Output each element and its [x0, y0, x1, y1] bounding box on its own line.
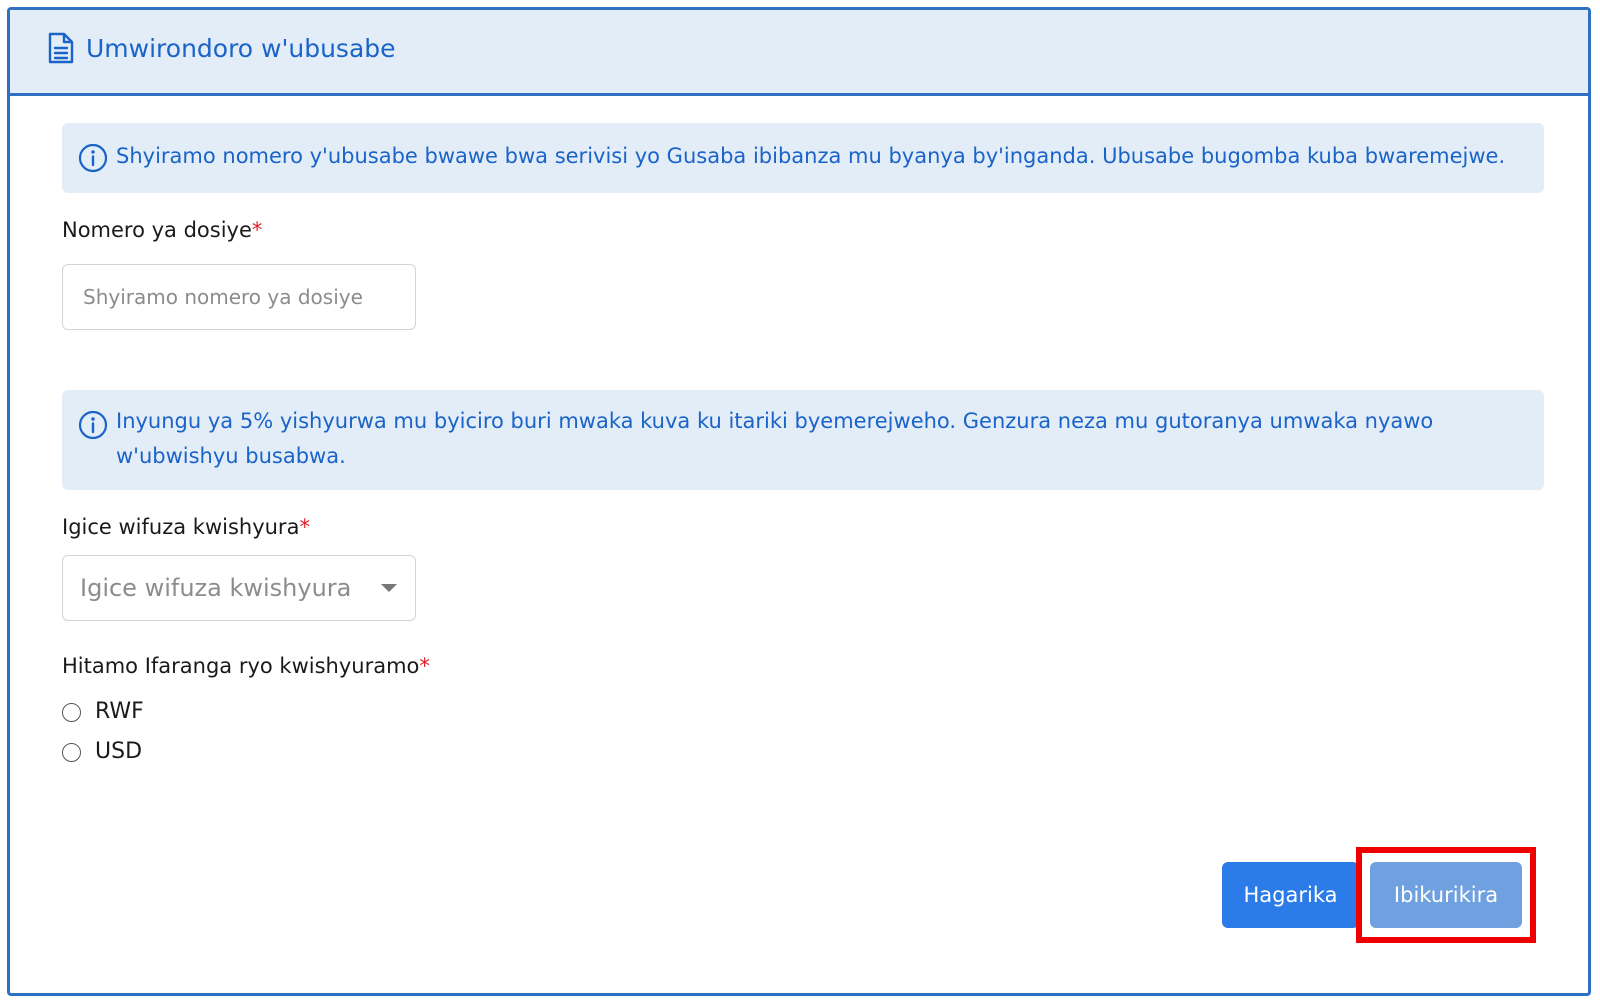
radio-label-rwf: RWF: [95, 699, 144, 724]
radio-label-usd: USD: [95, 739, 143, 764]
interest-info-notice: Inyungu ya 5% yishyurwa mu byiciro buri …: [62, 390, 1544, 490]
required-mark: *: [419, 654, 430, 678]
required-mark: *: [251, 218, 263, 242]
currency-option-usd[interactable]: USD: [62, 738, 142, 766]
currency-label: Hitamo Ifaranga ryo kwishyuramo*: [62, 653, 430, 679]
chevron-down-icon: [381, 584, 397, 592]
file-info-notice: Shyiramo nomero y'ubusabe bwawe bwa seri…: [62, 123, 1544, 193]
part-to-pay-selected-value: Igice wifuza kwishyura: [80, 574, 352, 602]
info-icon: [78, 143, 108, 173]
required-mark: *: [299, 515, 310, 539]
part-to-pay-label-text: Igice wifuza kwishyura: [62, 515, 300, 539]
part-to-pay-select[interactable]: Igice wifuza kwishyura: [62, 555, 416, 621]
card-title: Umwirondoro w'ubusabe: [86, 34, 396, 63]
radio-button-rwf[interactable]: [62, 702, 81, 722]
file-info-text: Shyiramo nomero y'ubusabe bwawe bwa seri…: [116, 144, 1506, 168]
currency-label-text: Hitamo Ifaranga ryo kwishyuramo: [62, 654, 420, 678]
radio-button-usd[interactable]: [62, 742, 81, 762]
next-button[interactable]: Ibikurikira: [1370, 862, 1522, 928]
currency-option-rwf[interactable]: RWF: [62, 698, 144, 726]
part-to-pay-label: Igice wifuza kwishyura*: [62, 514, 310, 540]
card-header: Umwirondoro w'ubusabe: [10, 10, 1588, 96]
file-number-input[interactable]: [62, 264, 416, 330]
info-icon: [78, 410, 108, 440]
file-number-label-text: Nomero ya dosiye: [62, 218, 252, 242]
interest-info-text: Inyungu ya 5% yishyurwa mu byiciro buri …: [116, 409, 1434, 468]
file-number-label: Nomero ya dosiye*: [62, 217, 262, 243]
cancel-button[interactable]: Hagarika: [1222, 862, 1359, 928]
document-icon: [48, 32, 74, 64]
application-details-card: Umwirondoro w'ubusabe Shyiramo nomero y'…: [7, 7, 1591, 996]
